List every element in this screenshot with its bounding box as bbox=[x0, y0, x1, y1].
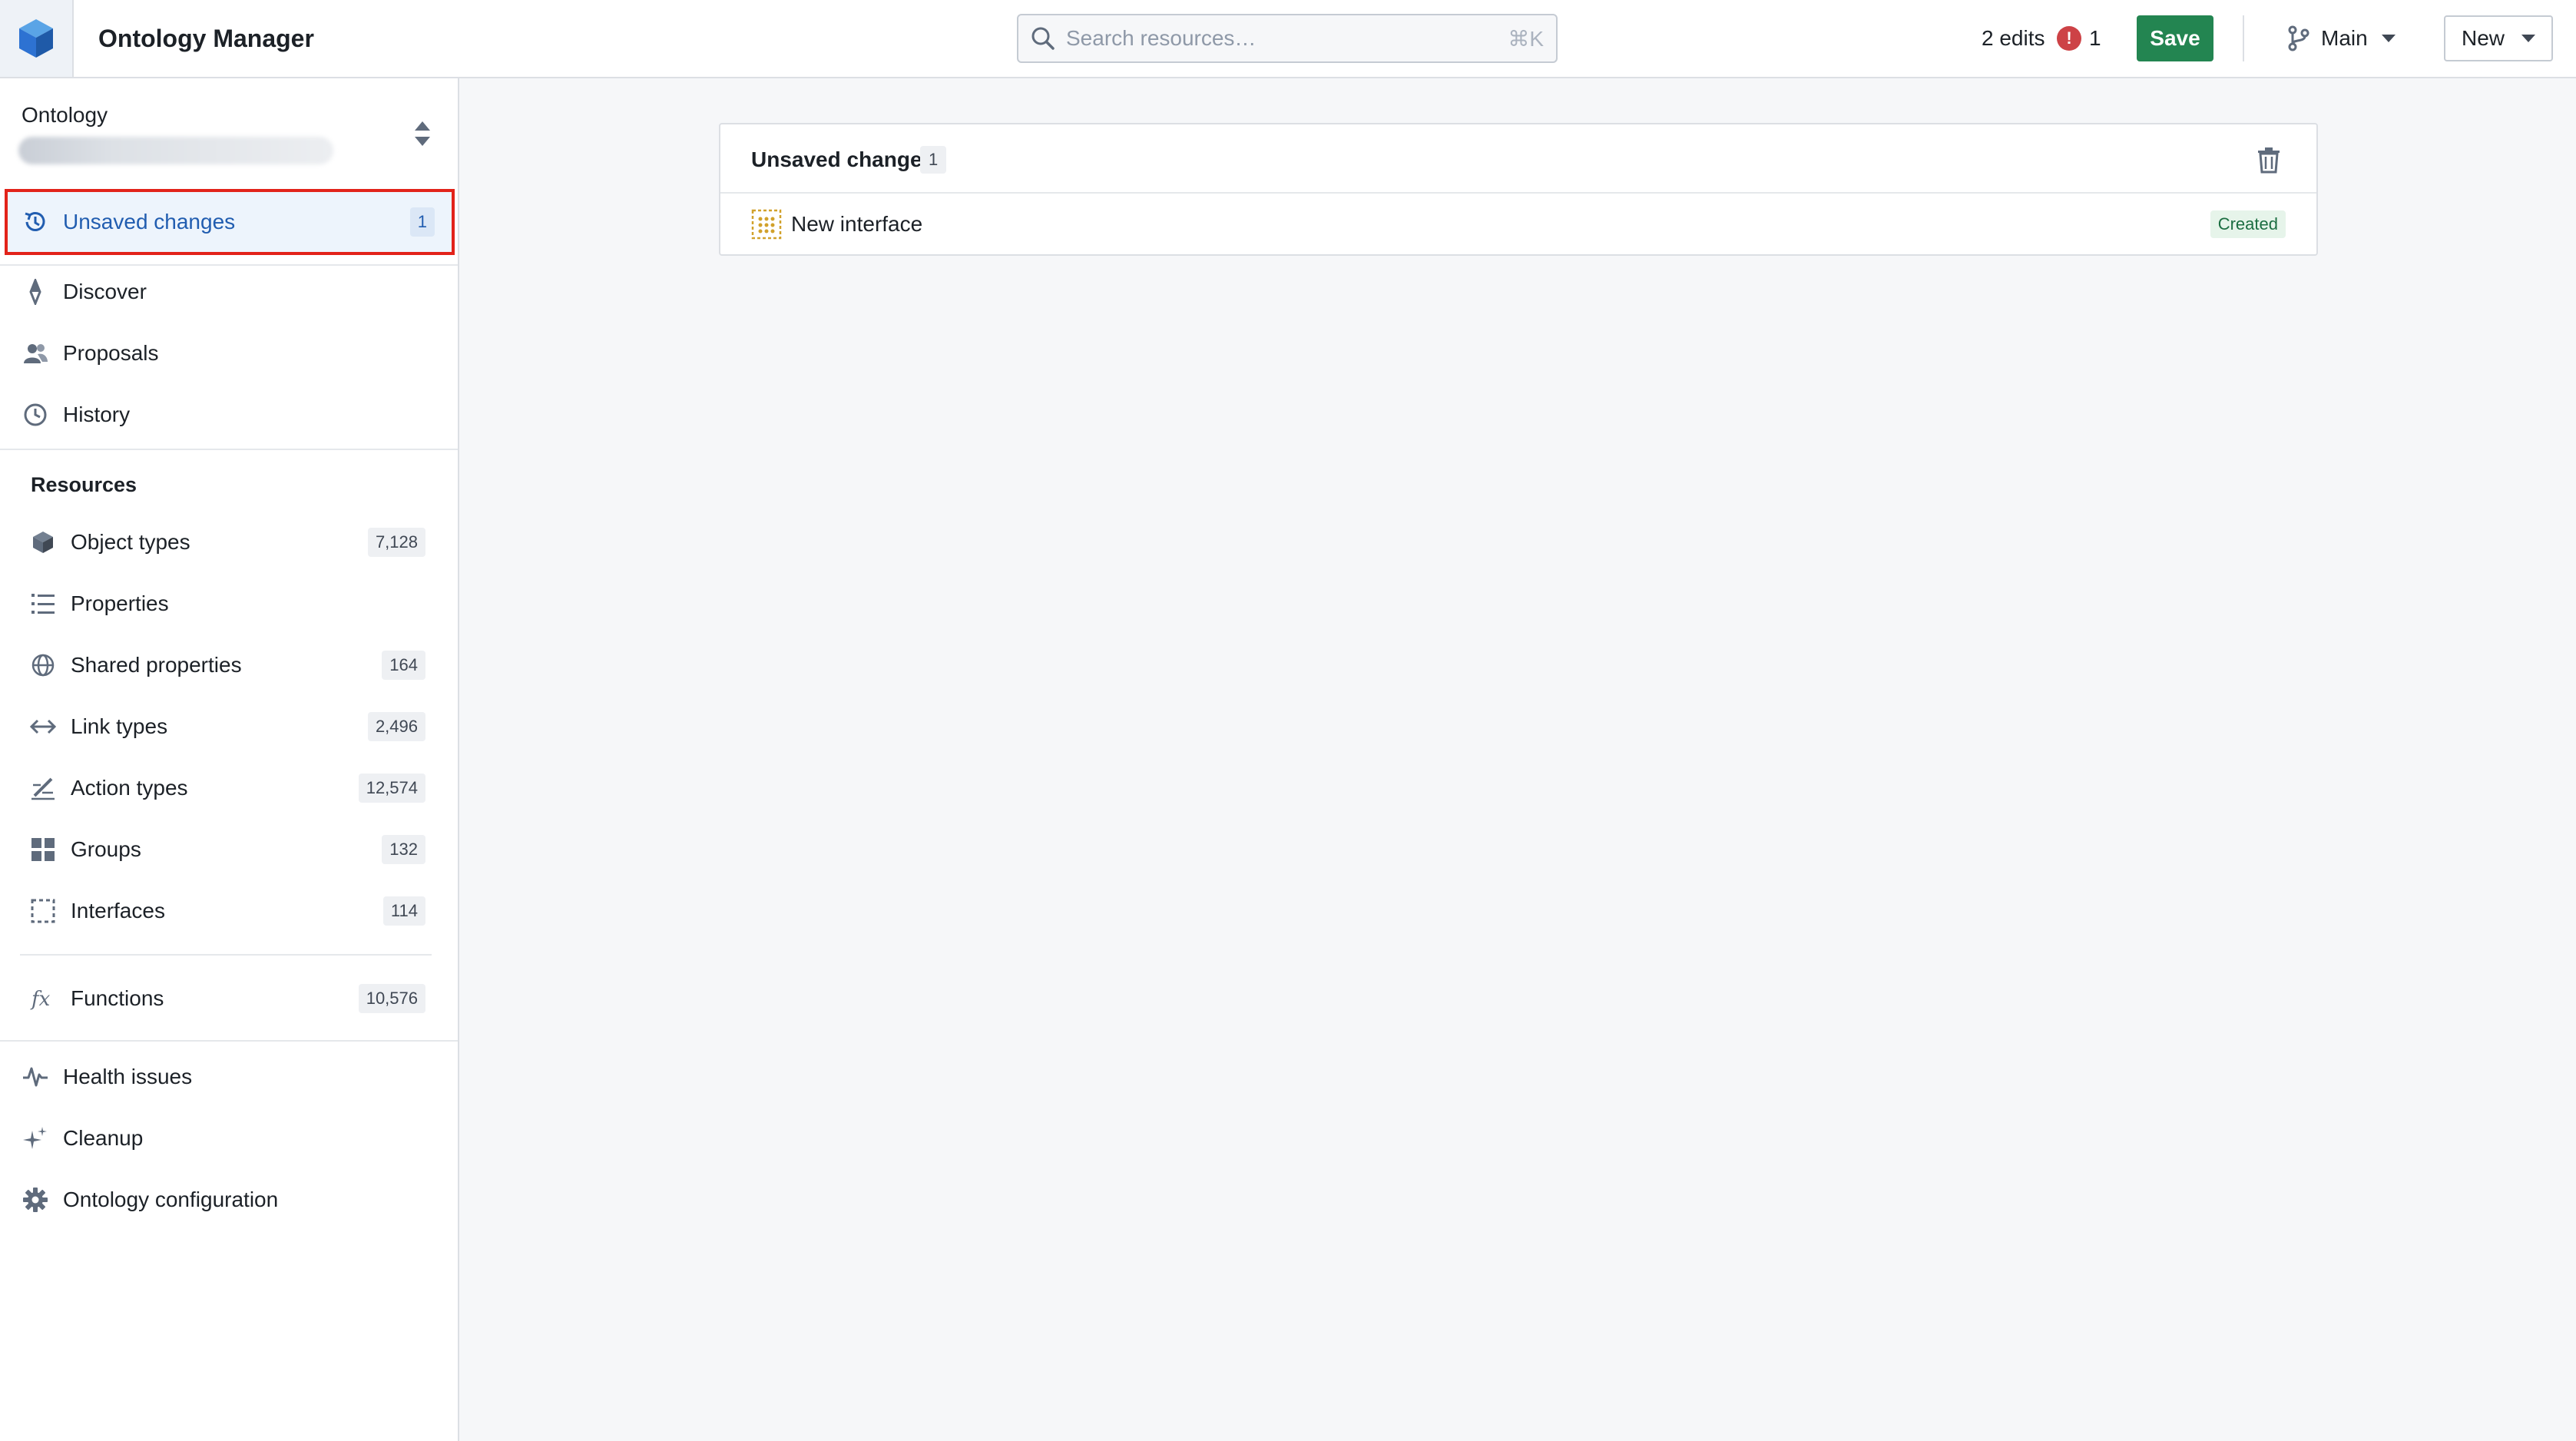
panel-count-badge: 1 bbox=[920, 146, 947, 174]
ontology-label: Ontology bbox=[22, 103, 108, 127]
sidebar-item-functions[interactable]: fx Functions 10,576 bbox=[17, 971, 442, 1026]
sidebar-item-object-types[interactable]: Object types 7,128 bbox=[17, 515, 442, 570]
sidebar-divider bbox=[0, 449, 458, 450]
panel-title: Unsaved changes bbox=[751, 147, 935, 171]
list-icon bbox=[29, 590, 57, 618]
sidebar-item-label: Object types bbox=[71, 530, 190, 554]
sidebar-item-label: Shared properties bbox=[71, 653, 242, 677]
sidebar-item-label: Proposals bbox=[63, 341, 159, 365]
count-badge: 2,496 bbox=[367, 712, 425, 741]
unsaved-count-badge: 1 bbox=[409, 207, 435, 237]
sidebar-item-proposals[interactable]: Proposals bbox=[8, 326, 452, 381]
cube-icon bbox=[29, 528, 57, 556]
panel-header: Unsaved changes 1 bbox=[720, 124, 2316, 194]
new-button-label: New bbox=[2461, 26, 2505, 50]
resources-heading: Resources bbox=[31, 473, 137, 496]
ontology-switcher-icon[interactable] bbox=[413, 118, 432, 149]
search-input[interactable]: Search resources… ⌘K bbox=[1017, 14, 1558, 63]
sidebar-divider bbox=[0, 1040, 458, 1042]
sidebar-item-label: Unsaved changes bbox=[63, 210, 236, 234]
cube-logo-icon bbox=[19, 19, 53, 58]
arrows-horizontal-icon bbox=[29, 713, 57, 740]
sidebar-item-interfaces[interactable]: Interfaces 114 bbox=[17, 883, 442, 939]
status-badge: Created bbox=[2210, 210, 2286, 238]
sidebar-item-label: Discover bbox=[63, 280, 147, 303]
search-icon bbox=[1031, 27, 1055, 50]
people-icon bbox=[22, 340, 49, 367]
sidebar-item-label: History bbox=[63, 402, 131, 426]
new-button[interactable]: New bbox=[2444, 15, 2553, 61]
count-badge: 12,574 bbox=[358, 774, 425, 803]
toolbar-divider bbox=[2243, 15, 2244, 61]
ontology-name-redacted bbox=[18, 137, 333, 164]
interface-icon bbox=[751, 209, 782, 240]
sidebar-item-label: Functions bbox=[71, 986, 164, 1010]
sidebar-item-cleanup[interactable]: Cleanup bbox=[8, 1111, 452, 1166]
sidebar-item-action-types[interactable]: Action types 12,574 bbox=[17, 760, 442, 816]
search-hotkey: ⌘K bbox=[1508, 26, 1544, 51]
sidebar-item-discover[interactable]: Discover bbox=[8, 264, 452, 320]
count-badge: 114 bbox=[382, 896, 425, 926]
trash-icon[interactable] bbox=[2255, 146, 2283, 174]
sidebar-item-link-types[interactable]: Link types 2,496 bbox=[17, 699, 442, 754]
sidebar-item-ontology-configuration[interactable]: Ontology configuration bbox=[8, 1172, 452, 1227]
branch-label: Main bbox=[2321, 26, 2368, 50]
error-count: 1 bbox=[2089, 26, 2101, 50]
change-name: New interface bbox=[791, 212, 923, 236]
svg-text:fx: fx bbox=[30, 988, 51, 1010]
gear-icon bbox=[22, 1186, 49, 1214]
count-badge: 164 bbox=[382, 651, 425, 680]
save-button[interactable]: Save bbox=[2137, 15, 2213, 61]
clock-icon bbox=[22, 401, 49, 429]
sidebar-item-groups[interactable]: Groups 132 bbox=[17, 822, 442, 877]
sidebar-item-label: Ontology configuration bbox=[63, 1188, 279, 1211]
top-bar: Ontology Manager Search resources… ⌘K 2 … bbox=[0, 0, 2576, 78]
dashed-square-icon bbox=[29, 897, 57, 925]
sidebar-item-label: Action types bbox=[71, 776, 188, 800]
count-badge: 132 bbox=[382, 835, 425, 864]
count-badge: 7,128 bbox=[367, 528, 425, 557]
sidebar-item-label: Cleanup bbox=[63, 1126, 144, 1150]
unsaved-changes-panel: Unsaved changes 1 New interface Created bbox=[719, 123, 2318, 256]
change-row[interactable]: New interface Created bbox=[720, 194, 2316, 256]
search-placeholder: Search resources… bbox=[1066, 26, 1257, 50]
grid-icon bbox=[29, 836, 57, 863]
branch-selector[interactable]: Main bbox=[2287, 17, 2396, 60]
branch-icon bbox=[2288, 25, 2309, 51]
pulse-icon bbox=[22, 1063, 49, 1091]
sidebar-item-properties[interactable]: Properties bbox=[17, 576, 442, 631]
count-badge: 10,576 bbox=[358, 984, 425, 1013]
error-icon[interactable]: ! bbox=[2057, 26, 2081, 51]
resources-divider bbox=[20, 954, 432, 956]
app-title: Ontology Manager bbox=[98, 25, 314, 52]
sidebar-item-shared-properties[interactable]: Shared properties 164 bbox=[17, 638, 442, 693]
app-logo[interactable] bbox=[0, 0, 74, 77]
sidebar-item-label: Properties bbox=[71, 591, 169, 615]
sidebar-item-history[interactable]: History bbox=[8, 387, 452, 442]
chevron-down-icon bbox=[2381, 35, 2396, 42]
edits-count[interactable]: 2 edits bbox=[1982, 23, 2045, 54]
globe-icon bbox=[29, 651, 57, 679]
sidebar-item-unsaved-changes[interactable]: Unsaved changes 1 bbox=[5, 189, 455, 255]
chevron-down-icon bbox=[2521, 35, 2535, 42]
history-changes-icon bbox=[22, 208, 49, 236]
sidebar: Ontology Unsaved changes 1 Discover Prop… bbox=[0, 78, 459, 1441]
compass-icon bbox=[22, 278, 49, 306]
sidebar-item-label: Health issues bbox=[63, 1065, 193, 1088]
sidebar-item-label: Link types bbox=[71, 714, 168, 738]
sidebar-item-label: Groups bbox=[71, 837, 141, 861]
sidebar-item-label: Interfaces bbox=[71, 899, 165, 923]
edit-action-icon bbox=[29, 774, 57, 802]
sparkle-icon bbox=[22, 1125, 49, 1152]
sidebar-item-health-issues[interactable]: Health issues bbox=[8, 1049, 452, 1105]
function-icon: fx bbox=[29, 985, 57, 1012]
